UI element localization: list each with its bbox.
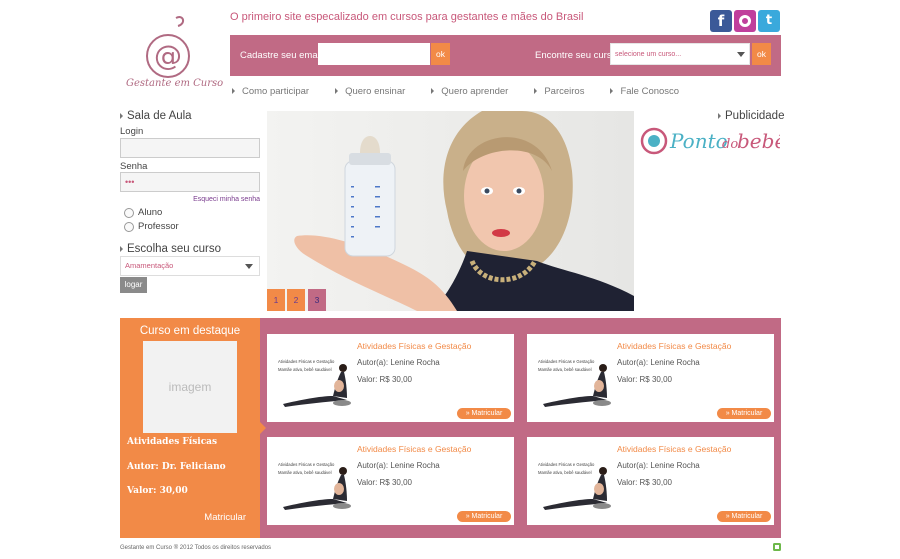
course-select-value: Amamentação — [125, 261, 174, 270]
arrow-right-icon — [120, 246, 123, 252]
course-title[interactable]: Atividades Físicas e Gestação — [357, 444, 471, 454]
arrow-right-icon — [120, 113, 123, 119]
course-title[interactable]: Atividades Físicas e Gestação — [357, 341, 471, 351]
course-author: Autor(a): Lenine Rocha — [357, 461, 440, 470]
main-nav: Como participar Quero ensinar Quero apre… — [232, 85, 705, 97]
featured-image-placeholder: imagem — [143, 341, 237, 433]
course-thumbnail[interactable]: Atividades Físicas e Gestação Mamãe ativ… — [535, 459, 615, 511]
course-card: Atividades Físicas e Gestação Autor(a): … — [267, 334, 514, 422]
slider-page-1[interactable]: 1 — [267, 289, 285, 311]
twitter-icon[interactable]: t — [758, 10, 780, 32]
course-select[interactable]: Amamentação — [120, 256, 260, 276]
find-course-label: Encontre seu curso — [535, 50, 617, 61]
enroll-button[interactable]: » Matricular — [457, 511, 511, 522]
featured-title: Curso em destaque — [139, 325, 241, 337]
course-author: Autor(a): Lenine Rocha — [617, 461, 700, 470]
nav-item-quero-ensinar[interactable]: Quero ensinar — [335, 85, 405, 97]
svg-text:@: @ — [154, 39, 182, 72]
ad-brand-do: do — [722, 137, 738, 152]
radio-professor[interactable]: Professor — [124, 221, 179, 232]
ad-brand-ponto: Ponto — [669, 129, 728, 153]
site-tagline: O primeiro site especalizado em cursos p… — [230, 11, 584, 23]
featured-pointer — [260, 422, 266, 434]
course-thumbnail[interactable]: Atividades Físicas e Gestação Mamãe ativ… — [535, 356, 615, 408]
course-author: Autor(a): Lenine Rocha — [357, 358, 440, 367]
arrow-right-icon — [232, 88, 235, 94]
enroll-button[interactable]: » Matricular — [717, 408, 771, 419]
orkut-icon[interactable] — [734, 10, 756, 32]
course-title[interactable]: Atividades Físicas e Gestação — [617, 444, 731, 454]
ad-brand-bebe: bebê — [737, 129, 780, 153]
nav-item-quero-aprender[interactable]: Quero aprender — [431, 85, 508, 97]
radio-button[interactable] — [124, 207, 134, 218]
forgot-password-link[interactable]: Esqueci minha senha — [193, 196, 260, 203]
course-search-select[interactable]: selecione um curso... — [610, 43, 750, 65]
arrow-right-icon — [335, 88, 339, 94]
nav-item-como-participar[interactable]: Como participar — [232, 85, 309, 97]
arrow-right-icon — [718, 113, 721, 119]
featured-course-panel: Curso em destaque imagem Atividades Físi… — [120, 318, 260, 538]
login-button[interactable]: logar — [120, 277, 147, 293]
password-input[interactable]: ••• — [120, 172, 260, 192]
course-search-value: selecione um curso... — [615, 51, 682, 58]
course-ok-button[interactable]: ok — [752, 43, 771, 65]
radio-aluno[interactable]: Aluno — [124, 207, 162, 218]
choose-course-title: Escolha seu curso — [120, 243, 221, 255]
course-price: Valor: R$ 30,00 — [617, 375, 672, 384]
logo-text: Gestante em Curso — [126, 78, 224, 89]
course-title[interactable]: Atividades Físicas e Gestação — [617, 341, 731, 351]
enroll-button[interactable]: » Matricular — [457, 408, 511, 419]
classroom-title: Sala de Aula — [120, 110, 192, 122]
nav-item-parceiros[interactable]: Parceiros — [534, 85, 584, 97]
featured-enroll-link[interactable]: Matricular — [204, 512, 246, 523]
chevron-down-icon — [737, 52, 745, 57]
featured-author: Autor: Dr. Feliciano — [127, 462, 226, 472]
facebook-icon[interactable]: f — [710, 10, 732, 32]
ads-title: Publicidade — [718, 110, 784, 122]
arrow-right-icon — [534, 88, 538, 94]
course-thumbnail[interactable]: Atividades Físicas e Gestação Mamãe ativ… — [275, 356, 355, 408]
hero-image — [267, 111, 634, 311]
slider-page-2[interactable]: 2 — [287, 289, 305, 311]
login-label: Login — [120, 126, 144, 137]
email-label: Cadastre seu email — [240, 50, 322, 61]
course-price: Valor: R$ 30,00 — [357, 375, 412, 384]
ad-banner-ponto-do-bebe[interactable]: Ponto do bebê — [640, 124, 786, 158]
nav-item-fale-conosco[interactable]: Fale Conosco — [610, 85, 679, 97]
arrow-right-icon — [610, 88, 614, 94]
course-card: Atividades Físicas e Gestação Autor(a): … — [527, 437, 774, 525]
arrow-right-icon — [431, 88, 435, 94]
credits-icon[interactable] — [773, 543, 781, 551]
newsletter-search-bar: Cadastre seu email ok Encontre seu curso… — [230, 35, 781, 76]
email-ok-button[interactable]: ok — [431, 43, 450, 65]
chevron-down-icon — [245, 264, 253, 269]
password-label: Senha — [120, 161, 148, 172]
enroll-button[interactable]: » Matricular — [717, 511, 771, 522]
course-card: Atividades Físicas e Gestação Autor(a): … — [527, 334, 774, 422]
course-thumbnail[interactable]: Atividades Físicas e Gestação Mamãe ativ… — [275, 459, 355, 511]
course-price: Valor: R$ 30,00 — [357, 478, 412, 487]
course-author: Autor(a): Lenine Rocha — [617, 358, 700, 367]
footer-copyright: Gestante em Curso ® 2012 Todos os direit… — [120, 545, 272, 551]
featured-course-name: Atividades Físicas — [127, 437, 218, 447]
radio-button[interactable] — [124, 221, 134, 232]
course-card: Atividades Físicas e Gestação Autor(a): … — [267, 437, 514, 525]
course-price: Valor: R$ 30,00 — [617, 478, 672, 487]
login-input[interactable] — [120, 138, 260, 158]
featured-price: Valor: 30,00 — [127, 486, 188, 496]
email-input[interactable] — [318, 43, 430, 65]
slider-page-3[interactable]: 3 — [308, 289, 326, 311]
